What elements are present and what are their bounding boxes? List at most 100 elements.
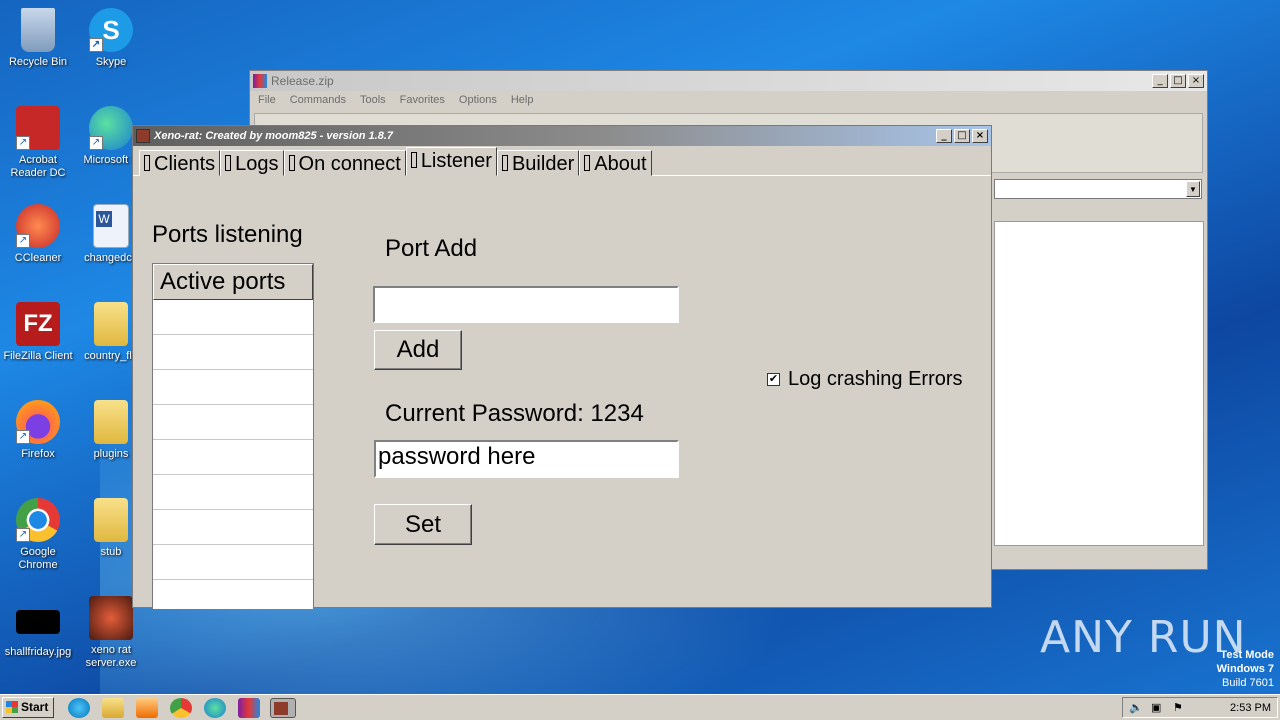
menu-tools[interactable]: Tools xyxy=(360,94,386,108)
explorer-icon[interactable] xyxy=(102,698,124,718)
active-ports-header[interactable]: Active ports xyxy=(153,264,313,300)
close-button[interactable]: × xyxy=(972,129,988,143)
log-crashing-checkbox[interactable]: ✔ xyxy=(767,373,780,386)
tab-clients[interactable]: Clients xyxy=(139,150,221,176)
network-icon[interactable]: ▣ xyxy=(1151,701,1161,714)
list-item[interactable] xyxy=(153,405,313,440)
xeno-titlebar[interactable]: Xeno-rat: Created by moom825 - version 1… xyxy=(133,126,991,146)
tab-glyph-icon xyxy=(144,155,150,171)
tab-label: Listener xyxy=(420,150,492,172)
skype-icon: S ↗ xyxy=(89,8,133,52)
flag-icon[interactable]: ⚑ xyxy=(1173,701,1183,714)
shortcut-arrow-icon: ↗ xyxy=(16,234,30,248)
tab-label: About xyxy=(594,153,647,175)
list-item[interactable] xyxy=(153,545,313,580)
maximize-button[interactable]: □ xyxy=(954,129,970,143)
winrar-title: Release.zip xyxy=(271,74,334,88)
desktop-icon-shallfriday[interactable]: shallfriday.jpg xyxy=(0,610,76,659)
ie-icon[interactable] xyxy=(68,698,90,718)
start-button[interactable]: Start xyxy=(2,697,54,718)
system-tray: 🔈 ▣ ⚑ 2:53 PM xyxy=(1122,697,1278,718)
watermark-line: Build 7601 xyxy=(1222,677,1274,689)
tab-logs[interactable]: Logs xyxy=(220,150,284,176)
add-button[interactable]: Add xyxy=(374,330,462,370)
winrar-icon[interactable] xyxy=(238,698,260,718)
filezilla-icon: FZ xyxy=(16,302,60,346)
media-player-icon[interactable] xyxy=(136,698,158,718)
desktop-icon-skype[interactable]: S ↗ Skype xyxy=(73,8,149,69)
port-add-label: Port Add xyxy=(385,235,478,262)
list-item[interactable] xyxy=(153,370,313,405)
list-item[interactable] xyxy=(153,510,313,545)
desktop-icon-acrobat[interactable]: ↗ Acrobat Reader DC xyxy=(0,106,76,180)
ports-listening-label: Ports listening xyxy=(152,221,303,248)
checkmark-icon: ✔ xyxy=(768,373,779,385)
tab-listener[interactable]: Listener xyxy=(405,147,497,176)
desktop-icon-recycle-bin[interactable]: Recycle Bin xyxy=(0,8,76,69)
winrar-app-icon xyxy=(253,74,267,88)
chevron-down-icon[interactable]: ▼ xyxy=(1186,181,1200,197)
list-item[interactable] xyxy=(153,300,313,335)
menu-commands[interactable]: Commands xyxy=(290,94,346,108)
log-crashing-label[interactable]: Log crashing Errors xyxy=(788,368,963,391)
close-button[interactable]: × xyxy=(1188,74,1204,88)
edge-icon[interactable] xyxy=(204,698,226,718)
desktop-icon-label: Firefox xyxy=(21,448,55,460)
xeno-window: Xeno-rat: Created by moom825 - version 1… xyxy=(132,125,992,609)
desktop-icon-firefox[interactable]: ↗ Firefox xyxy=(0,400,76,461)
test-mode-watermark: Test Mode Windows 7 Build 7601 xyxy=(1217,648,1274,690)
desktop-icon-ccleaner[interactable]: ↗ CCleaner xyxy=(0,204,76,265)
desktop-icon-chrome[interactable]: ↗ Google Chrome xyxy=(0,498,76,572)
tab-glyph-icon xyxy=(501,155,508,171)
list-item[interactable] xyxy=(153,335,313,370)
chrome-icon[interactable] xyxy=(170,698,192,718)
menu-options[interactable]: Options xyxy=(459,94,497,108)
image-file-icon xyxy=(16,610,60,634)
watermark-line: Windows 7 xyxy=(1216,663,1274,675)
xeno-title: Xeno-rat: Created by moom825 - version 1… xyxy=(154,130,394,142)
port-input[interactable] xyxy=(373,286,679,323)
tab-glyph-icon xyxy=(225,155,232,171)
minimize-button[interactable]: _ xyxy=(936,129,952,143)
winrar-titlebar[interactable]: Release.zip _ □ × xyxy=(250,71,1207,91)
recycle-bin-icon xyxy=(21,8,55,52)
tab-label: Logs xyxy=(235,153,279,175)
password-input[interactable]: password here xyxy=(374,440,679,478)
winrar-file-list[interactable] xyxy=(994,221,1204,546)
tab-label: Clients xyxy=(154,153,216,175)
minimize-button[interactable]: _ xyxy=(1152,74,1168,88)
xeno-app-icon xyxy=(136,129,150,143)
xeno-rat-icon[interactable] xyxy=(270,698,296,718)
menu-file[interactable]: File xyxy=(258,94,276,108)
edge-icon: ↗ xyxy=(89,106,133,150)
set-button[interactable]: Set xyxy=(374,504,472,545)
tab-on-connect[interactable]: On connect xyxy=(283,150,406,176)
tab-label: On connect xyxy=(298,153,401,175)
tab-builder[interactable]: Builder xyxy=(496,150,580,176)
winrar-path-combo[interactable]: ▼ xyxy=(994,179,1202,199)
active-ports-list[interactable]: Active ports xyxy=(152,263,314,609)
desktop-icon-label: Acrobat Reader DC xyxy=(10,154,66,179)
xeno-tabs: Clients Logs On connect Listener Builder… xyxy=(133,146,991,176)
exe-icon xyxy=(89,596,133,640)
tab-glyph-icon xyxy=(288,155,295,171)
anyrun-watermark: ANY RUN xyxy=(1040,612,1247,663)
maximize-button[interactable]: □ xyxy=(1170,74,1186,88)
folder-icon xyxy=(94,302,128,346)
chrome-icon: ↗ xyxy=(16,498,60,542)
menu-help[interactable]: Help xyxy=(511,94,534,108)
desktop-icon-label: FileZilla Client xyxy=(3,350,73,362)
menu-favorites[interactable]: Favorites xyxy=(400,94,445,108)
list-item[interactable] xyxy=(153,440,313,475)
winrar-menubar: File Commands Tools Favorites Options He… xyxy=(250,91,1207,111)
tab-about[interactable]: About xyxy=(579,150,652,176)
shortcut-arrow-icon: ↗ xyxy=(16,136,30,150)
desktop-icon-label: Google Chrome xyxy=(18,546,58,571)
folder-icon xyxy=(94,498,128,542)
volume-icon[interactable]: 🔈 xyxy=(1129,701,1143,714)
desktop-icon-filezilla[interactable]: FZ FileZilla Client xyxy=(0,302,76,363)
list-item[interactable] xyxy=(153,475,313,510)
start-label: Start xyxy=(21,700,49,714)
windows-flag-icon xyxy=(6,701,18,713)
clock[interactable]: 2:53 PM xyxy=(1230,702,1271,714)
